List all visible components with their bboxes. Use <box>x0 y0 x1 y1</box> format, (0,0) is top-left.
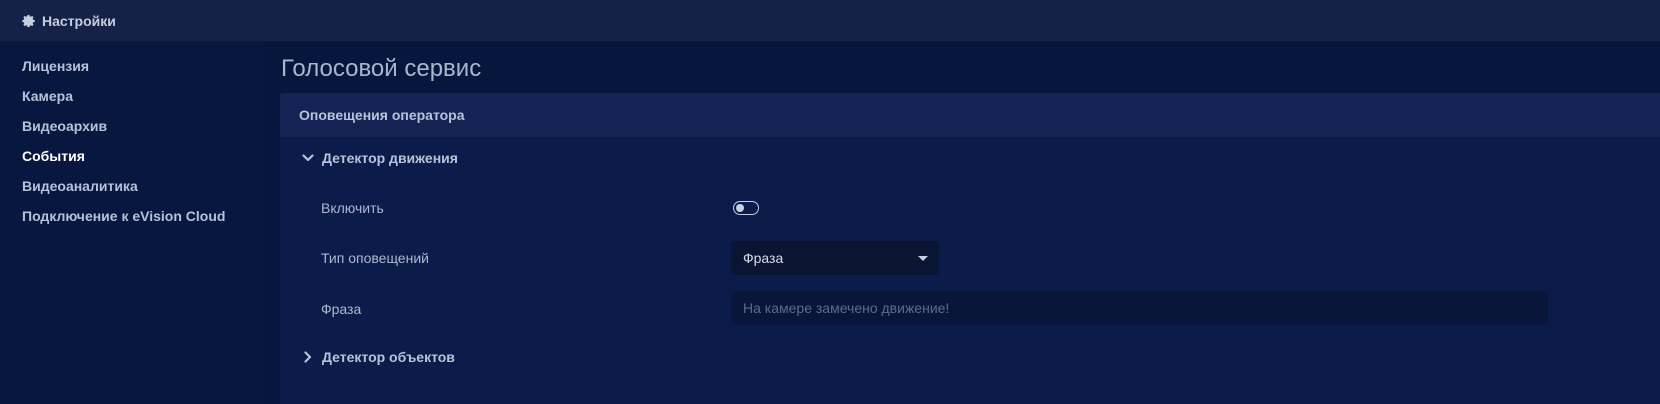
main-content: Голосовой сервис Оповещения оператора Де… <box>264 43 1660 404</box>
sidebar-item-license[interactable]: Лицензия <box>22 58 89 74</box>
chevron-down-icon <box>302 154 314 162</box>
sidebar-item-video-analytics[interactable]: Видеоаналитика <box>22 178 138 194</box>
section-object-detector[interactable]: Детектор объектов <box>302 349 455 365</box>
notification-type-value: Фраза <box>743 250 784 266</box>
sidebar-item-events[interactable]: События <box>22 148 85 164</box>
notification-type-label: Тип оповещений <box>321 250 429 266</box>
phrase-label: Фраза <box>321 301 362 317</box>
caret-down-icon <box>918 256 928 261</box>
notification-type-select[interactable]: Фраза <box>731 241 939 275</box>
phrase-input[interactable] <box>731 291 1548 325</box>
page-title: Голосовой сервис <box>281 55 482 82</box>
card-header: Оповещения оператора <box>280 93 1660 137</box>
gear-icon <box>22 14 35 27</box>
enable-toggle[interactable] <box>733 201 759 215</box>
operator-notifications-card: Оповещения оператора Детектор движения В… <box>280 93 1660 404</box>
toggle-knob <box>736 203 744 212</box>
sidebar-item-video-archive[interactable]: Видеоархив <box>22 118 107 134</box>
app-title: Настройки <box>42 12 116 29</box>
sidebar-item-evision-cloud[interactable]: Подключение к eVision Cloud <box>22 208 225 224</box>
enable-label: Включить <box>321 200 384 216</box>
sidebar-item-camera[interactable]: Камера <box>22 88 73 104</box>
chevron-right-icon <box>304 351 312 363</box>
section-title: Детектор объектов <box>322 349 455 365</box>
top-bar: Настройки <box>0 0 1660 42</box>
section-title: Детектор движения <box>322 150 458 166</box>
section-motion-detector[interactable]: Детектор движения <box>302 150 458 166</box>
sidebar: Лицензия Камера Видеоархив События Видео… <box>0 43 264 404</box>
